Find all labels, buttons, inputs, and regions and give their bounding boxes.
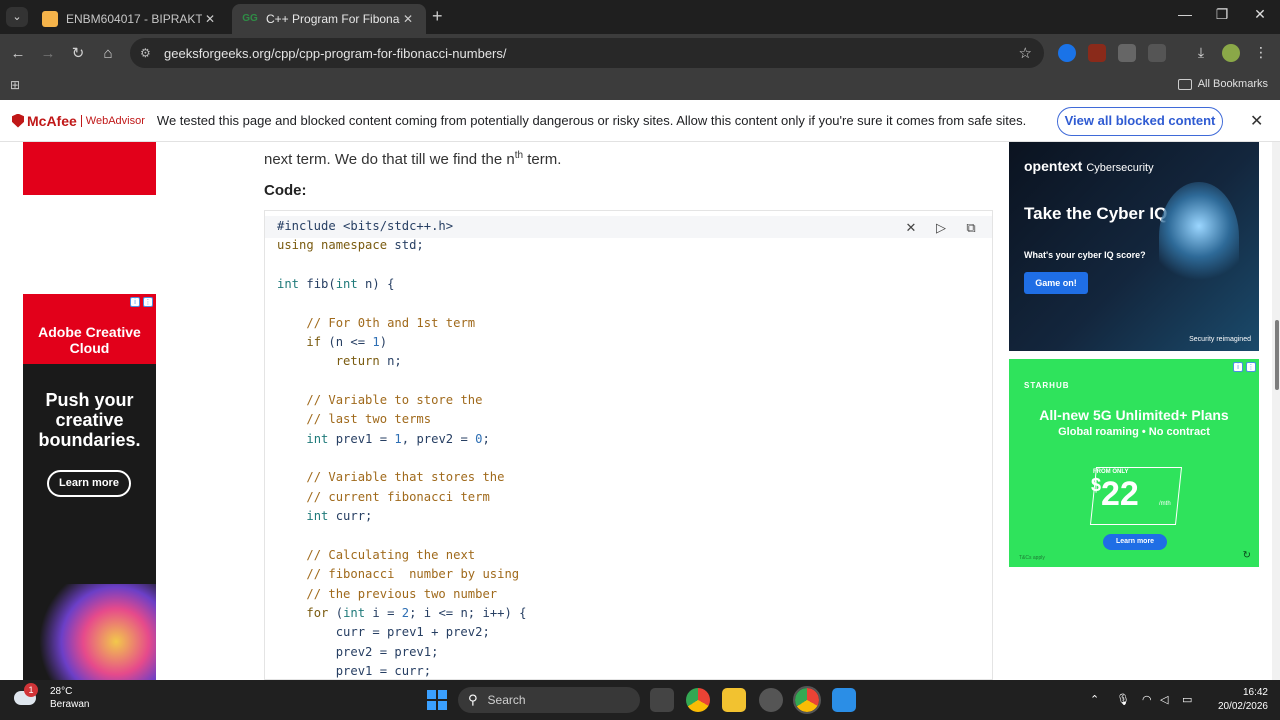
tray-overflow-icon[interactable]: ⌃ [1090,693,1099,706]
ad-options-icon[interactable]: ⋮ [143,297,153,307]
windows-taskbar: 28°C Berawan 1 ⚲ Search ⌃ 🎙 ◠ ◁ ▭ 16:42 20… [0,680,1280,720]
search-icon: ⚲ [468,692,478,707]
extension-copy-icon[interactable] [1118,44,1136,62]
code-heading: Code: [264,182,307,199]
tab-title: ENBM604017 - BIPRAKTIKUM20 [66,12,202,26]
bookmark-star-icon[interactable]: ☆ [1019,44,1032,62]
address-bar[interactable]: ⚙ geeksforgeeks.org/cpp/cpp-program-for-… [130,38,1044,68]
view-blocked-content-button[interactable]: View all blocked content [1057,107,1223,136]
opentext-footer: Security reimagined [1189,336,1251,343]
profile-avatar[interactable] [1222,44,1240,62]
volume-icon[interactable]: ◁ [1160,693,1168,706]
url-text[interactable]: geeksforgeeks.org/cpp/cpp-program-for-fi… [164,46,1019,61]
all-bookmarks-button[interactable]: All Bookmarks [1177,78,1268,90]
starhub-learn-more-button[interactable]: Learn more [1103,534,1167,550]
close-window-icon[interactable]: ✕ [1245,6,1275,23]
opentext-subline: What's your cyber IQ score? [1024,250,1146,260]
starhub-headline: All-new 5G Unlimited+ Plans [1039,407,1229,423]
geeksforgeeks-favicon-icon: GG [242,13,258,24]
forward-icon[interactable]: → [37,43,59,65]
file-explorer-icon[interactable] [722,688,746,712]
notification-badge: 1 [24,683,38,697]
taskbar-search[interactable]: ⚲ Search [458,687,640,713]
tnc-label: T&Cs apply [1019,555,1045,561]
tab-search-button[interactable]: ⌄ [6,7,28,27]
close-code-icon[interactable]: ✕ [901,218,921,238]
close-banner-icon[interactable]: ✕ [1250,111,1263,131]
mcafee-banner: McAfee WebAdvisor We tested this page an… [0,100,1280,142]
tab-bar: ⌄ ENBM604017 - BIPRAKTIKUM20 ✕ GG C++ Pr… [0,0,1280,34]
close-tab-icon[interactable]: ✕ [400,12,416,26]
tab-fibonacci[interactable]: GG C++ Program For Fibonacci Nu ✕ [232,4,426,34]
windows-start-icon[interactable] [427,690,447,710]
mcafee-shield-icon [12,113,24,128]
starhub-price: $22 [1091,475,1139,513]
opentext-logo: opentext Cybersecurity [1024,158,1154,174]
adobe-learn-more-button[interactable]: Learn more [47,470,131,497]
starhub-subline: Global roaming • No contract [1058,426,1210,438]
apps-grid-icon[interactable]: ⊞ [10,78,24,92]
adobe-illustration [23,584,156,680]
lightbulb-illustration [1159,182,1239,292]
run-code-icon[interactable]: ▷ [931,218,951,238]
moodle-favicon-icon [42,11,58,27]
menu-kebab-icon[interactable]: ⋮ [1252,44,1270,62]
per-month-label: /mth [1159,501,1171,507]
microphone-icon[interactable]: 🎙 [1116,693,1130,706]
back-icon[interactable]: ← [7,43,29,65]
game-on-button[interactable]: Game on! [1024,272,1088,294]
folder-icon [1177,78,1192,90]
adchoices-icon[interactable]: i [1233,362,1243,372]
app-icon[interactable] [759,688,783,712]
scrollbar-thumb[interactable] [1275,320,1279,390]
extension-mcafee-icon[interactable] [1088,44,1106,62]
extension-shazam-icon[interactable] [1058,44,1076,62]
opentext-ad[interactable]: opentext Cybersecurity Take the Cyber IQ … [1009,142,1259,351]
battery-icon[interactable]: ▭ [1182,693,1192,706]
chrome-active-icon[interactable] [793,686,821,714]
adobe-headline: Push your creative boundaries. [38,390,141,450]
vscode-icon[interactable] [832,688,856,712]
page-scrollbar[interactable] [1272,142,1280,680]
restore-icon[interactable]: ❐ [1207,6,1237,23]
temperature: 28°C [50,686,73,697]
tab-title: C++ Program For Fibonacci Nu [266,12,400,26]
home-icon[interactable]: ⌂ [97,43,119,65]
all-bookmarks-label: All Bookmarks [1197,78,1268,90]
article-paragraph: next term. We do that till we find the n… [264,150,562,168]
adobe-brand: Adobe Creative Cloud [38,324,141,356]
ad-options-icon[interactable]: ⋮ [1246,362,1256,372]
new-tab-icon[interactable]: + [432,6,443,27]
extensions-puzzle-icon[interactable] [1148,44,1166,62]
search-label: Search [487,693,526,707]
wifi-icon[interactable]: ◠ [1142,693,1152,706]
code-content[interactable]: #include <bits/stdc++.h> using namespace… [277,217,527,681]
starhub-brand: STARHUB [1024,381,1070,390]
starhub-ad[interactable]: STARHUB All-new 5G Unlimited+ Plans Glob… [1009,359,1259,567]
weather-condition: Berawan [50,699,90,710]
close-tab-icon[interactable]: ✕ [202,12,218,26]
code-block: #include <bits/stdc++.h> using namespace… [264,210,993,680]
chrome-icon[interactable] [686,688,710,712]
adobe-ad[interactable]: Adobe Creative Cloud Push your creative … [23,294,156,680]
clock[interactable]: 16:42 20/02/2026 [1200,686,1268,714]
replay-icon[interactable]: ↻ [1243,550,1251,561]
adchoices-icon[interactable]: i [130,297,140,307]
minimize-icon[interactable]: — [1170,6,1200,22]
blocked-content-message: We tested this page and blocked content … [156,113,1027,128]
reload-icon[interactable]: ↻ [67,43,89,65]
tab-enbm[interactable]: ENBM604017 - BIPRAKTIKUM20 ✕ [32,4,228,34]
bookmarks-bar: ⊞ All Bookmarks [0,72,1280,100]
task-view-icon[interactable] [650,688,674,712]
mcafee-logo: McAfee [12,113,77,129]
site-info-icon[interactable]: ⚙ [140,46,156,60]
navigation-bar: ← → ↻ ⌂ ⚙ geeksforgeeks.org/cpp/cpp-prog… [0,34,1280,72]
copy-code-icon[interactable]: ⧉ [961,218,981,238]
ad-banner-top[interactable] [23,142,156,195]
download-icon[interactable]: ⤓ [1192,44,1210,62]
webadvisor-label: WebAdvisor [80,114,145,127]
